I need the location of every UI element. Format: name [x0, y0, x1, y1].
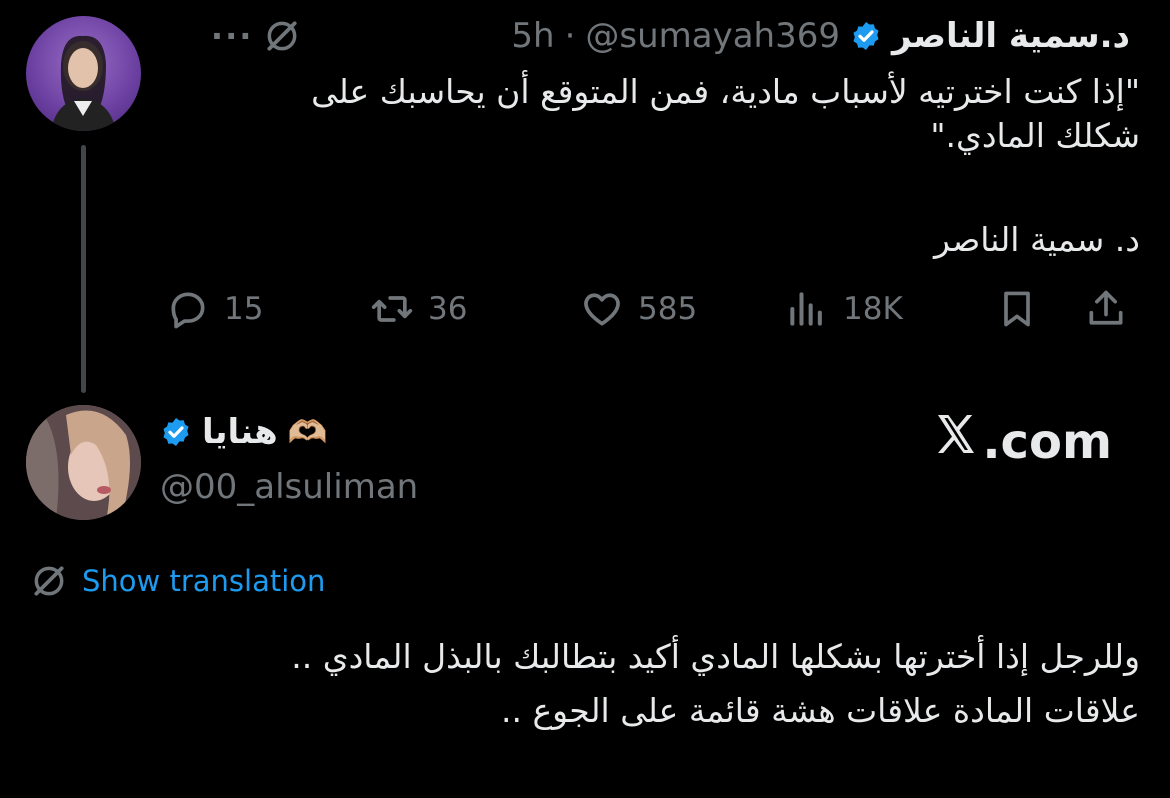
author-name[interactable]: هنايا — [202, 412, 278, 452]
share-icon — [1089, 290, 1123, 325]
reply-icon — [171, 292, 205, 329]
translate-row: Show translation — [30, 562, 325, 600]
tweet1-body: "إذا كنت اخترتيه لأسباب مادية، فمن المتو… — [311, 72, 1140, 155]
watermark-text: .com — [982, 414, 1112, 470]
avatar-portrait — [26, 405, 141, 520]
tweet1-signature: د. سمية الناصر — [933, 220, 1140, 259]
globe-icon — [34, 566, 64, 596]
tweet2-name-row: 🫶🏼 هنايا — [160, 412, 355, 452]
views-count: 18K — [843, 291, 903, 327]
like-button[interactable]: 585 — [580, 283, 697, 335]
views-button[interactable]: 18K — [785, 283, 903, 335]
separator-dot: · — [564, 16, 576, 56]
author-handle[interactable]: @00_alsuliman — [160, 467, 418, 507]
tweet1-actions: 15 36 585 18K — [160, 283, 1140, 335]
avatar-alsuliman[interactable] — [26, 405, 141, 520]
x-logo-icon — [938, 415, 975, 453]
tweet2-header: 🫶🏼 هنايا @00_alsuliman — [160, 412, 418, 507]
verified-icon — [853, 22, 879, 50]
share-button[interactable] — [1084, 283, 1128, 335]
author-handle[interactable]: @sumayah369 — [585, 16, 840, 56]
reply-button[interactable]: 15 — [166, 283, 263, 335]
more-icon[interactable]: ··· — [211, 17, 253, 55]
grok-icon[interactable] — [263, 17, 301, 55]
avatar-sumayah[interactable] — [26, 16, 141, 131]
tweet1-header: د.سمية الناصر @sumayah369 · 5h ··· — [211, 14, 1130, 58]
thread-line — [81, 145, 86, 393]
post-time[interactable]: 5h — [511, 16, 554, 56]
bookmark-button[interactable] — [995, 283, 1039, 335]
bookmark-icon — [1004, 291, 1030, 327]
avatar-portrait — [51, 35, 116, 131]
like-icon — [584, 293, 620, 326]
author-name[interactable]: د.سمية الناصر — [892, 16, 1130, 56]
repost-count: 36 — [428, 291, 468, 327]
views-icon — [790, 292, 822, 326]
heart-hands-icon: 🫶🏼 — [287, 413, 328, 451]
repost-icon — [371, 296, 413, 322]
x-com-watermark: .com — [932, 410, 1112, 470]
tweet2-body: وللرجل إذا أخترتها بشكلها المادي أكيد بت… — [291, 637, 1140, 730]
reply-count: 15 — [224, 291, 264, 327]
show-translation-link[interactable]: Show translation — [82, 564, 325, 598]
like-count: 585 — [638, 291, 698, 327]
repost-button[interactable]: 36 — [370, 283, 467, 335]
verified-icon — [163, 418, 189, 446]
